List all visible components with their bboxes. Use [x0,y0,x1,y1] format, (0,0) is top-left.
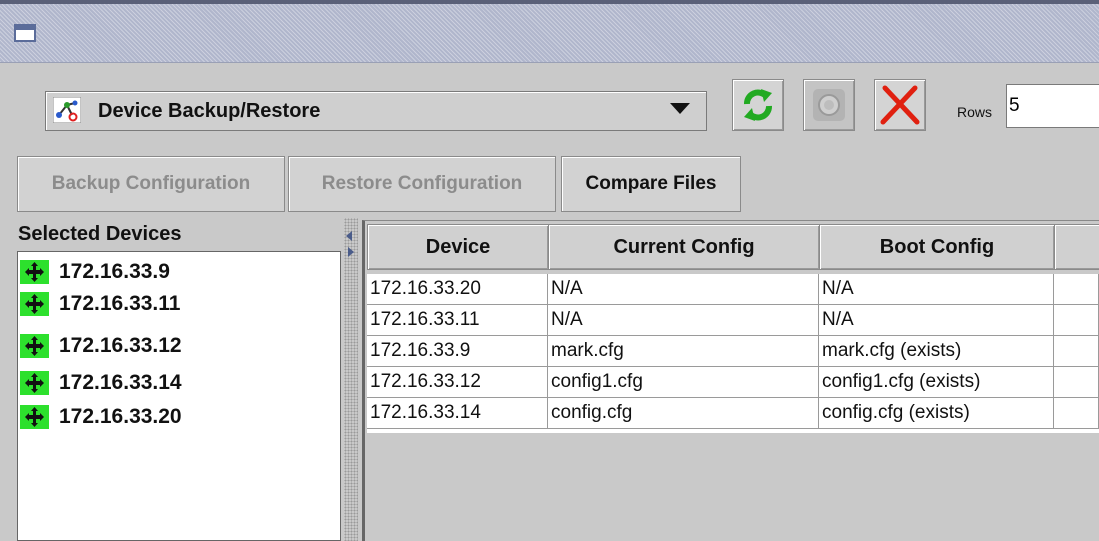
device-list-label: 172.16.33.12 [59,333,182,357]
cell-device[interactable]: 172.16.33.12 [367,367,548,398]
device-list-item[interactable]: 172.16.33.9 [20,256,170,287]
device-list-label: 172.16.33.11 [59,291,181,315]
rows-input[interactable] [1006,84,1099,128]
refresh-button[interactable] [732,79,784,131]
cell-device[interactable]: 172.16.33.9 [367,336,548,367]
cell-device[interactable]: 172.16.33.20 [367,274,548,305]
tool-select-value: Device Backup/Restore [98,100,321,122]
cell-current-config[interactable]: mark.cfg [548,336,819,367]
device-list-item[interactable]: 172.16.33.11 [20,288,180,319]
restore-configuration-button[interactable]: Restore Configuration [288,156,556,212]
title-bar[interactable] [0,4,1099,63]
selected-devices-list[interactable]: 172.16.33.9 172.16.33.11 172.16.33.12 17… [17,251,341,541]
stop-button[interactable] [803,79,855,131]
cell-boot-config[interactable]: mark.cfg (exists) [819,336,1054,367]
cell-extra[interactable] [1054,274,1099,305]
device-node-icon [20,259,49,284]
window-menu-icon[interactable] [14,24,36,42]
device-node-icon [20,333,49,358]
cell-boot-config[interactable]: N/A [819,305,1054,336]
compare-files-button[interactable]: Compare Files [561,156,741,212]
device-list-label: 172.16.33.14 [59,370,182,394]
config-table-body: 172.16.33.20 N/A N/A 172.16.33.11 N/A N/… [367,274,1099,433]
device-list-item[interactable]: 172.16.33.12 [20,330,182,361]
cell-extra[interactable] [1054,336,1099,367]
cell-device[interactable]: 172.16.33.14 [367,398,548,429]
column-header-device[interactable]: Device [367,224,549,270]
collapse-right-icon[interactable] [348,247,354,257]
device-node-icon [20,370,49,395]
device-list-label: 172.16.33.9 [59,259,170,283]
network-tool-icon [53,97,81,123]
backup-configuration-button[interactable]: Backup Configuration [17,156,285,212]
rows-label: Rows [957,104,993,120]
delete-button[interactable] [874,79,926,131]
split-pane-divider[interactable] [344,218,358,541]
delete-icon [880,85,920,125]
cell-boot-config[interactable]: config1.cfg (exists) [819,367,1054,398]
device-list-item[interactable]: 172.16.33.14 [20,367,182,398]
chevron-down-icon[interactable] [670,103,690,114]
collapse-left-icon[interactable] [346,231,352,241]
cell-current-config[interactable]: N/A [548,305,819,336]
device-node-icon [20,404,49,429]
column-header-extra[interactable] [1054,224,1099,270]
device-node-icon [20,291,49,316]
refresh-icon [744,89,772,121]
cell-extra[interactable] [1054,305,1099,336]
column-header-current-config[interactable]: Current Config [548,224,820,270]
cell-boot-config[interactable]: config.cfg (exists) [819,398,1054,429]
device-list-item[interactable]: 172.16.33.20 [20,401,182,432]
cell-current-config[interactable]: config1.cfg [548,367,819,398]
cell-device[interactable]: 172.16.33.11 [367,305,548,336]
selected-devices-header: Selected Devices [18,223,182,245]
cell-extra[interactable] [1054,367,1099,398]
column-header-boot-config[interactable]: Boot Config [819,224,1055,270]
device-list-label: 172.16.33.20 [59,404,182,428]
cell-current-config[interactable]: config.cfg [548,398,819,429]
stop-icon [813,89,845,121]
cell-boot-config[interactable]: N/A [819,274,1054,305]
cell-extra[interactable] [1054,398,1099,429]
cell-current-config[interactable]: N/A [548,274,819,305]
